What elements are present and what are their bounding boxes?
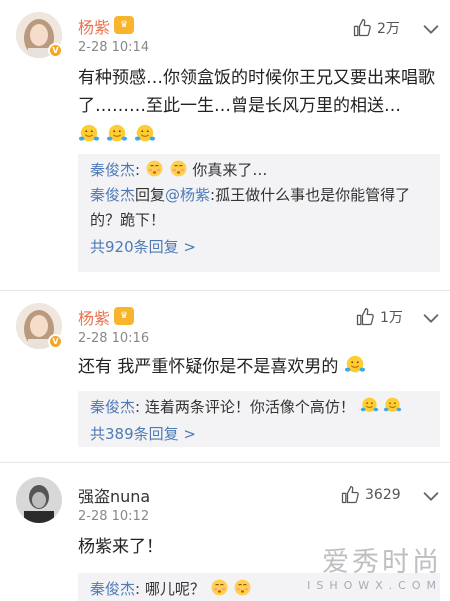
like-button[interactable]: 3629 xyxy=(340,485,401,505)
hug-emoji-icon xyxy=(344,354,366,376)
username[interactable]: 杨紫 xyxy=(78,305,110,329)
reply-box: 秦俊杰: 你真来了… 秦俊杰回复@杨紫:孤王做什么事也是你能管得了的？跪下！ 共… xyxy=(78,154,440,272)
comment-text: 还有 我严重怀疑你是不是喜欢男的 xyxy=(78,353,438,381)
timestamp: 2-28 10:12 xyxy=(78,509,150,524)
timestamp: 2-28 10:14 xyxy=(78,40,150,55)
reply-username[interactable]: 秦俊杰 xyxy=(90,161,135,179)
thumbs-up-icon xyxy=(355,307,375,327)
chevron-down-icon xyxy=(420,485,442,507)
like-count: 2万 xyxy=(377,21,400,37)
hug-emoji-icon xyxy=(78,123,100,145)
comment-text-content: 有种预感…你领盒饭的时候你王兄又要出来唱歌了………至此一生…曾是长风万里的相送… xyxy=(78,68,435,116)
more-replies-link[interactable]: 共920条回复 > xyxy=(90,233,428,261)
hug-emoji-icon xyxy=(106,123,128,145)
comment-text-content: 还有 我严重怀疑你是不是喜欢男的 xyxy=(78,357,339,377)
like-count: 3629 xyxy=(365,487,401,503)
reply-item[interactable]: 秦俊杰: 哪儿呢？ xyxy=(90,577,428,601)
more-replies-link[interactable]: 共389条回复 > xyxy=(90,420,428,448)
reply-text: 你真来了… xyxy=(192,161,268,179)
reply-username[interactable]: 秦俊杰 xyxy=(90,186,135,204)
shy-emoji-icon xyxy=(210,578,229,597)
shy-emoji-icon xyxy=(233,578,252,597)
timestamp: 2-28 10:16 xyxy=(78,331,150,346)
chevron-down-icon xyxy=(420,307,442,329)
shy-emoji-icon xyxy=(169,159,188,178)
reply-item[interactable]: 秦俊杰: 你真来了… xyxy=(90,158,428,183)
reply-text: 连着两条评论！你活像个高仿！ xyxy=(144,398,355,416)
like-button[interactable]: 2万 xyxy=(352,18,400,38)
hug-emoji-icon xyxy=(360,396,379,415)
reply-box: 秦俊杰: 连着两条评论！你活像个高仿！ 共389条回复 > xyxy=(78,391,440,447)
chevron-down-icon xyxy=(420,18,442,40)
reply-word: 回复 xyxy=(135,186,166,204)
comment-item: V 杨紫 ♛ 2-28 10:16 1万 还有 我严重怀疑你是不是喜欢男的 秦俊… xyxy=(0,291,450,461)
comment-item: 强盗nuna 2-28 10:12 3629 杨紫来了！ 秦俊杰: 哪儿呢？ xyxy=(0,463,450,601)
reply-item[interactable]: 秦俊杰: 连着两条评论！你活像个高仿！ xyxy=(90,395,428,420)
thumbs-up-icon xyxy=(340,485,360,505)
avatar[interactable] xyxy=(16,477,62,523)
reply-box: 秦俊杰: 哪儿呢？ xyxy=(78,573,440,601)
crown-icon: ♛ xyxy=(114,307,134,325)
verified-badge-icon: V xyxy=(48,334,63,349)
reply-text: 哪儿呢？ xyxy=(144,580,205,598)
hug-emoji-icon xyxy=(383,396,402,415)
reply-username[interactable]: 秦俊杰 xyxy=(90,580,135,598)
comment-item: V 杨紫 ♛ 2-28 10:14 2万 有种预感…你领盒饭的时候你王兄又要出来… xyxy=(0,0,450,290)
emoji-row xyxy=(78,123,438,145)
like-count: 1万 xyxy=(380,310,403,326)
username[interactable]: 杨紫 xyxy=(78,14,110,38)
shy-emoji-icon xyxy=(145,159,164,178)
more-options-button[interactable] xyxy=(420,18,442,40)
reply-item[interactable]: 秦俊杰回复@杨紫:孤王做什么事也是你能管得了的？跪下！ xyxy=(90,183,428,233)
comment-text-content: 杨紫来了！ xyxy=(78,537,163,557)
reply-username[interactable]: 秦俊杰 xyxy=(90,398,135,416)
comment-text: 有种预感…你领盒饭的时候你王兄又要出来唱歌了………至此一生…曾是长风万里的相送… xyxy=(78,64,438,145)
crown-icon: ♛ xyxy=(114,16,134,34)
mention-link[interactable]: @杨紫 xyxy=(165,186,210,204)
verified-badge-icon: V xyxy=(48,43,63,58)
like-button[interactable]: 1万 xyxy=(355,307,403,327)
hug-emoji-icon xyxy=(134,123,156,145)
more-options-button[interactable] xyxy=(420,485,442,507)
thumbs-up-icon xyxy=(352,18,372,38)
comment-text: 杨紫来了！ xyxy=(78,533,438,561)
more-options-button[interactable] xyxy=(420,307,442,329)
username[interactable]: 强盗nuna xyxy=(78,483,150,507)
